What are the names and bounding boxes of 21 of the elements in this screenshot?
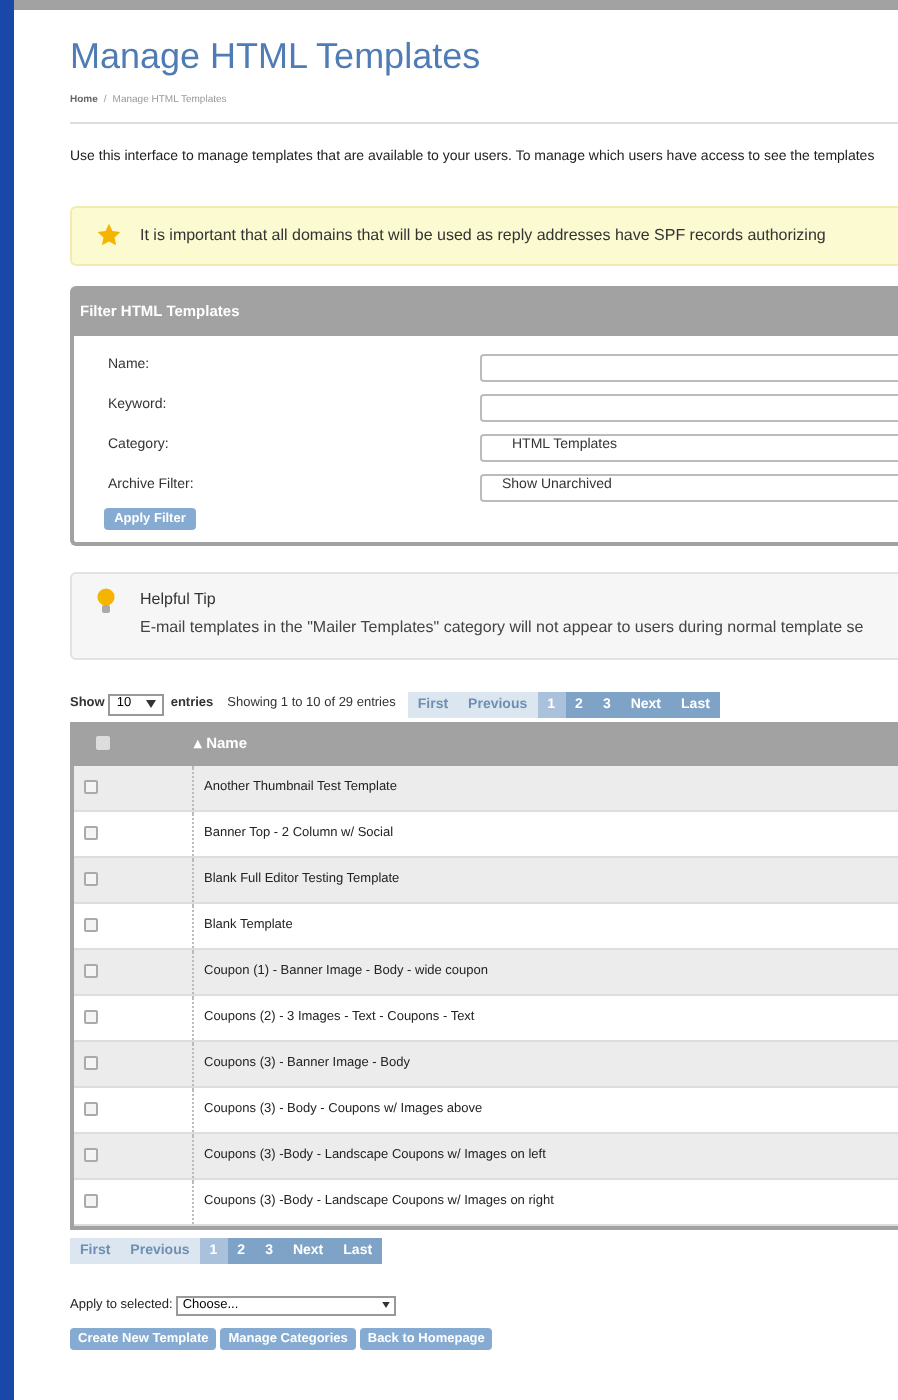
page-title: Manage HTML Templates [70,34,483,78]
row-checkbox[interactable] [84,1056,98,1070]
star-icon [96,222,122,248]
alert-text: It is important that all domains that will be used as reply addresses have SPF records authorizing [140,223,826,247]
row-checkbox[interactable] [84,918,98,932]
row-checkbox[interactable] [84,826,98,840]
input-field[interactable] [480,353,898,381]
tip-text: E-mail templates in the "Mailer Templates" category will not appear to users during normal template se [140,615,864,639]
caret-icon [382,1302,391,1308]
tip-title: Helpful Tip [140,587,218,611]
row-checkbox[interactable] [84,1102,98,1116]
row-checkbox[interactable] [84,964,98,978]
caret-icon [146,700,157,708]
row-checkbox[interactable] [84,1010,98,1024]
lightbulb-icon [96,587,116,615]
row-checkbox[interactable] [84,1194,98,1208]
row-checkbox[interactable] [84,872,98,886]
row-checkbox[interactable] [84,1148,98,1162]
row-checkbox[interactable] [84,780,98,794]
select-all-checkbox[interactable] [96,736,110,750]
input-field[interactable] [480,393,898,421]
